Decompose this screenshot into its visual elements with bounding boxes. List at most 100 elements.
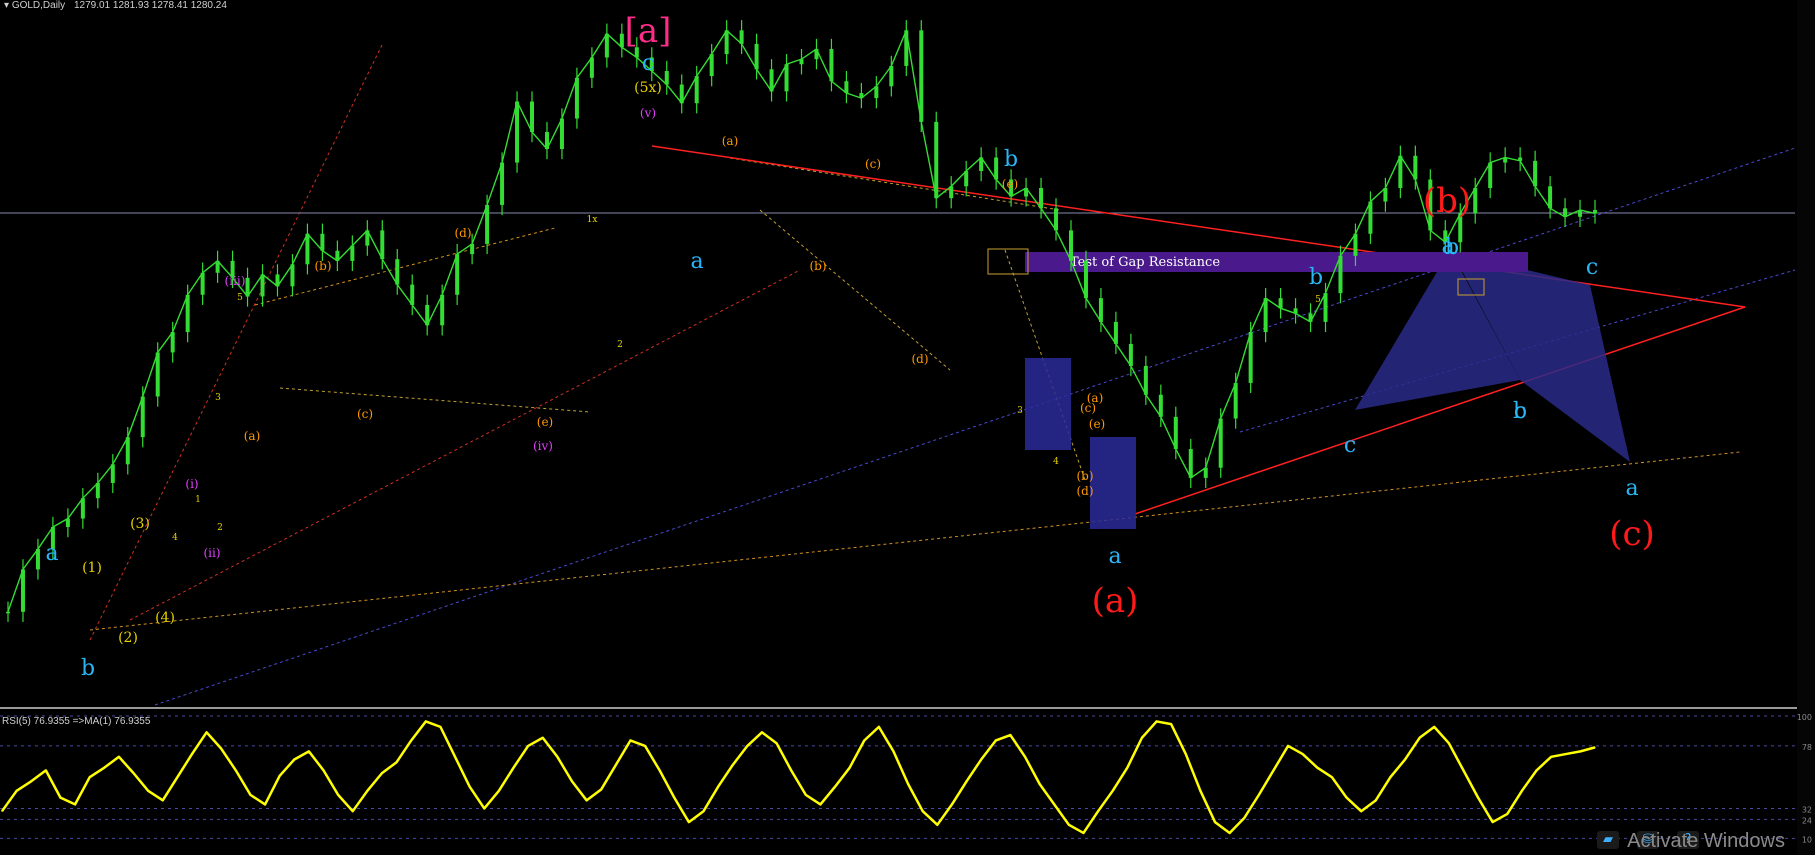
main-chart-svg[interactable]: Test of Gap Resistance [a] (a) (b) (c) a b c a b a… bbox=[0, 0, 1815, 855]
wave-label-tiny: 1 bbox=[195, 495, 201, 505]
candle-body bbox=[724, 30, 729, 55]
rsi-point bbox=[395, 761, 398, 763]
candle-body bbox=[754, 43, 759, 70]
rsi-point bbox=[892, 750, 895, 752]
nvidia-icon[interactable]: ▰ bbox=[1597, 831, 1619, 849]
rsi-point bbox=[1448, 742, 1450, 744]
gap-resistance-label: Test of Gap Resistance bbox=[1070, 255, 1220, 270]
rsi-point bbox=[659, 769, 661, 772]
triangle-lower-dotted bbox=[759, 209, 951, 371]
candle-body bbox=[485, 204, 490, 244]
rsi-point bbox=[936, 824, 938, 826]
rsi-point bbox=[512, 767, 515, 769]
wave-label-minor: (e) bbox=[1002, 177, 1018, 191]
candle-body bbox=[6, 611, 10, 614]
rsi-point bbox=[498, 790, 500, 792]
wave-label-tiny: 5 bbox=[1315, 295, 1321, 305]
candle-body bbox=[1488, 162, 1493, 188]
candle-body bbox=[1098, 298, 1103, 322]
impulse-label-5x: (5x) bbox=[634, 80, 662, 96]
rsi-point bbox=[454, 756, 456, 758]
candle-body bbox=[395, 259, 400, 285]
rsi-point bbox=[615, 764, 617, 766]
candle-body bbox=[559, 118, 564, 149]
rsi-point bbox=[1258, 794, 1260, 796]
wave-label-tiny: 3 bbox=[215, 393, 221, 403]
impulse-label-3: (3) bbox=[130, 516, 150, 532]
candle-body bbox=[604, 33, 609, 58]
candle-body bbox=[1218, 418, 1223, 468]
wave-label-secondary: c bbox=[1586, 255, 1598, 280]
candle-body bbox=[1188, 449, 1193, 478]
wave-label-secondary: b bbox=[1445, 235, 1459, 260]
rsi-point bbox=[1565, 753, 1567, 755]
wave-box-upper bbox=[1025, 358, 1071, 450]
rsi-line bbox=[0, 720, 1596, 835]
rsi-point bbox=[1112, 790, 1114, 792]
rsi-point bbox=[1097, 810, 1099, 812]
impulse-label-2: (2) bbox=[118, 630, 138, 646]
rsi-point bbox=[1155, 720, 1158, 723]
wave-label-minor: (a) bbox=[244, 429, 261, 443]
rsi-point bbox=[1272, 769, 1275, 772]
rsi-point bbox=[1024, 756, 1026, 758]
candle-body bbox=[934, 121, 939, 199]
rsi-point bbox=[761, 731, 763, 733]
wave-label-minor: (i) bbox=[185, 477, 198, 491]
candle-body bbox=[1398, 155, 1403, 188]
rsi-point bbox=[1594, 746, 1596, 748]
candle-body bbox=[380, 230, 385, 260]
wave-label-tiny: 2 bbox=[217, 523, 223, 533]
candle-body bbox=[1173, 416, 1178, 450]
rsi-point bbox=[249, 794, 252, 796]
rsi-point bbox=[1214, 821, 1216, 823]
rsi-point bbox=[30, 780, 32, 782]
rsi-point bbox=[775, 742, 778, 744]
wave-label-secondary: a bbox=[690, 249, 703, 274]
rsi-point bbox=[322, 769, 325, 772]
candle-body bbox=[515, 101, 520, 163]
candle-body bbox=[530, 101, 535, 133]
wave-label-minor: (d) bbox=[911, 352, 928, 366]
rsi-point bbox=[118, 756, 120, 758]
rsi-level-label: 78 bbox=[1802, 743, 1812, 752]
candle-body bbox=[155, 352, 160, 397]
wave-label-primary-a: [a] bbox=[625, 11, 672, 51]
rsi-point bbox=[1316, 767, 1318, 769]
rsi-point bbox=[732, 764, 734, 766]
rsi-point bbox=[702, 810, 705, 812]
wave-label-minor: (c) bbox=[1080, 401, 1096, 415]
rsi-point bbox=[176, 776, 178, 778]
wave-box-lower bbox=[1090, 437, 1136, 529]
rsi-point bbox=[1550, 756, 1552, 758]
rsi-point bbox=[337, 794, 339, 796]
candle-body bbox=[574, 77, 579, 119]
candle-body bbox=[1338, 255, 1343, 294]
rsi-point bbox=[629, 739, 632, 742]
rsi-level-label: 10 bbox=[1802, 835, 1812, 844]
candle-body bbox=[1083, 260, 1088, 299]
gap-marker-left bbox=[987, 248, 1029, 275]
wave-label-secondary: a bbox=[1625, 476, 1638, 501]
wave-label-minor: (c) bbox=[865, 157, 881, 171]
rsi-point bbox=[89, 776, 91, 778]
rsi-point bbox=[220, 748, 222, 750]
wave-label-secondary: c bbox=[1514, 399, 1526, 424]
rsi-point bbox=[74, 803, 76, 806]
rsi-point bbox=[878, 726, 880, 728]
wave-label-minor: (b) bbox=[809, 259, 826, 273]
wave-label-secondary: a bbox=[45, 541, 58, 566]
rsi-point bbox=[805, 794, 807, 796]
wave-label-secondary: a bbox=[1108, 544, 1121, 569]
rsi-point bbox=[688, 821, 690, 823]
rsi-point bbox=[717, 786, 719, 788]
rsi-point bbox=[1345, 797, 1348, 799]
rsi-point bbox=[191, 753, 193, 755]
rsi-point bbox=[410, 739, 412, 742]
candle-body bbox=[1533, 160, 1538, 187]
candle-body bbox=[919, 30, 924, 122]
rsi-point bbox=[1009, 734, 1012, 736]
rsi-point bbox=[469, 786, 471, 788]
impulse-label-1: (1) bbox=[82, 560, 102, 576]
candle-body bbox=[1068, 230, 1073, 261]
